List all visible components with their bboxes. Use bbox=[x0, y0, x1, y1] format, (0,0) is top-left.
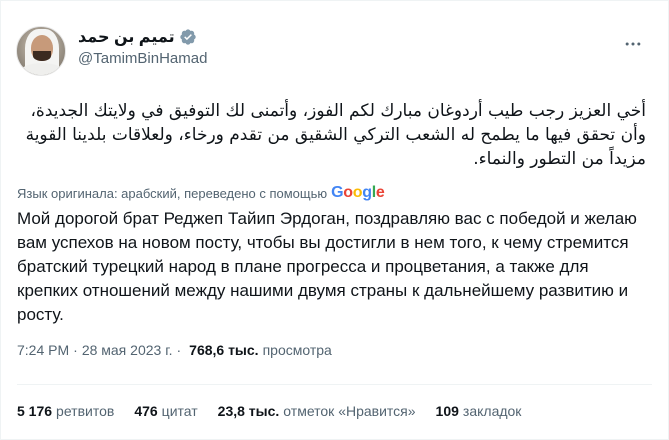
retweets-count: 5 176 bbox=[17, 403, 53, 419]
likes-label: отметок «Нравится» bbox=[283, 403, 416, 419]
views-label: просмотра bbox=[262, 342, 332, 358]
quotes-label: цитат bbox=[161, 403, 198, 419]
author-display-name[interactable]: تميم بن حمد bbox=[78, 27, 175, 47]
translation-note: Язык оригинала: арабский, переведено с п… bbox=[17, 184, 385, 202]
tweet-meta: 7:24 PM · 28 мая 2023 г. · 768,6 тыс. пр… bbox=[17, 342, 332, 358]
likes-stat[interactable]: 23,8 тыс. отметок «Нравится» bbox=[218, 403, 416, 419]
bookmarks-label: закладок bbox=[462, 403, 522, 419]
likes-count: 23,8 тыс. bbox=[217, 403, 280, 419]
translation-note-text: Язык оригинала: арабский, переведено с п… bbox=[17, 185, 328, 201]
quotes-stat[interactable]: 476 цитат bbox=[134, 403, 197, 419]
divider bbox=[17, 384, 652, 385]
quotes-count: 476 bbox=[134, 403, 158, 419]
meta-separator-2: · bbox=[176, 342, 182, 358]
avatar[interactable] bbox=[16, 26, 66, 76]
more-options-button[interactable] bbox=[619, 30, 647, 58]
tweet-header: تميم بن حمد @TamimBinHamad bbox=[16, 26, 653, 82]
tweet-card: تميم بن حمد @TamimBinHamad أخي العزيز رج… bbox=[0, 0, 669, 440]
bookmarks-stat[interactable]: 109 закладок bbox=[436, 403, 522, 419]
retweets-stat[interactable]: 5 176 ретвитов bbox=[17, 403, 114, 419]
retweets-label: ретвитов bbox=[56, 403, 115, 419]
tweet-time[interactable]: 7:24 PM bbox=[17, 342, 69, 358]
author-handle[interactable]: @TamimBinHamad bbox=[78, 50, 207, 67]
engagement-stats: 5 176 ретвитов 476 цитат 23,8 тыс. отмет… bbox=[17, 403, 541, 419]
tweet-original-text: أخي العزيز رجب طيب أردوغان مبارك لكم الف… bbox=[25, 101, 646, 169]
tweet-translated-text: Мой дорогой брат Реджеп Тайип Эрдоган, п… bbox=[17, 209, 637, 324]
author-names: تميم بن حمد @TamimBinHamad bbox=[78, 26, 207, 67]
more-horizontal-icon bbox=[625, 42, 641, 46]
bookmarks-count: 109 bbox=[435, 403, 459, 419]
meta-separator: · bbox=[73, 342, 78, 358]
verified-badge-icon[interactable] bbox=[179, 28, 197, 46]
views-count: 768,6 тыс. bbox=[189, 342, 259, 358]
google-logo[interactable]: Google bbox=[331, 184, 385, 202]
tweet-date[interactable]: 28 мая 2023 г. bbox=[82, 342, 173, 358]
